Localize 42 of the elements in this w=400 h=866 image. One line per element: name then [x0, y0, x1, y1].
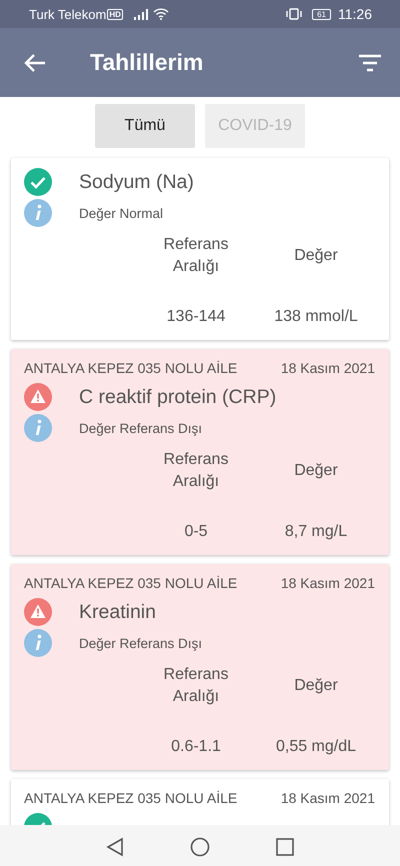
column-header: Referans Aralığı — [162, 665, 230, 707]
result-status-text: Değer Referans Dışı — [79, 420, 202, 436]
clock: 11:26 — [338, 6, 372, 22]
back-icon[interactable] — [106, 837, 124, 857]
column-header: Referans Aralığı — [162, 235, 230, 277]
vibrate-icon — [285, 8, 304, 20]
carrier-name: Turk Telekom — [29, 6, 106, 22]
filter-tab[interactable]: Tümü — [95, 104, 195, 148]
signal-icon — [134, 8, 148, 20]
result-date: 18 Kasım 2021 — [280, 360, 375, 376]
result-date: 18 Kasım 2021 — [280, 790, 375, 806]
column-header: Değer — [294, 461, 338, 481]
clinic-name: ANTALYA KEPEZ 035 NOLU AİLE — [24, 790, 238, 806]
screen-title: Tahlillerim — [90, 49, 204, 76]
result-status-text: Değer Referans Dışı — [79, 636, 202, 650]
test-name: Sodyum (Na) — [79, 170, 194, 194]
battery-icon: 61 — [312, 8, 331, 20]
reference-range: 0.6-1.1 — [170, 738, 222, 756]
reference-range: 136-144 — [166, 308, 226, 326]
column-header: Değer — [294, 676, 338, 696]
recents-icon[interactable] — [276, 838, 294, 856]
clinic-name: ANTALYA KEPEZ 035 NOLU AİLE — [24, 360, 238, 376]
result-card[interactable]: ANTALYA KEPEZ 035 NOLU AİLE 18 Kasım 2021 C reaktif protein (CRP) Değer Referans Dışı Referans Aralığı Değer 0-5 8,7 mg/L — [11, 349, 389, 555]
result-card[interactable]: ANTALYA KEPEZ 035 NOLU AİLE 18 Kasım 2021 — [11, 779, 389, 825]
column-header: Referans Aralığı — [162, 450, 230, 492]
result-status-text: Değer Normal — [79, 206, 164, 220]
result-value: 138 mmol/L — [273, 308, 359, 326]
result-date: 18 Kasım 2021 — [280, 575, 375, 591]
result-value: 0,55 mg/dL — [274, 738, 358, 756]
back-arrow-icon[interactable] — [24, 52, 46, 72]
column-header: Değer — [294, 246, 338, 266]
filter-icon[interactable] — [358, 54, 382, 72]
wifi-icon — [152, 8, 169, 20]
result-card[interactable]: ANTALYA KEPEZ 035 NOLU AİLE 18 Kasım 2021 Kreatinin Değer Referans Dışı Referans Aralığı Değer 0.6-1.1 0,55 mg/dL — [11, 564, 389, 770]
network-badge: HD — [107, 8, 123, 20]
reference-range: 0-5 — [183, 523, 209, 541]
test-name: C reaktif protein (CRP) — [79, 386, 276, 408]
test-name: Kreatinin — [79, 600, 156, 624]
result-card[interactable]: Sodyum (Na) Değer Normal Referans Aralığı Değer 136-144 138 mmol/L — [11, 158, 389, 340]
clinic-name: ANTALYA KEPEZ 035 NOLU AİLE — [24, 575, 238, 591]
result-value: 8,7 mg/L — [284, 523, 348, 541]
home-icon[interactable] — [190, 837, 210, 857]
